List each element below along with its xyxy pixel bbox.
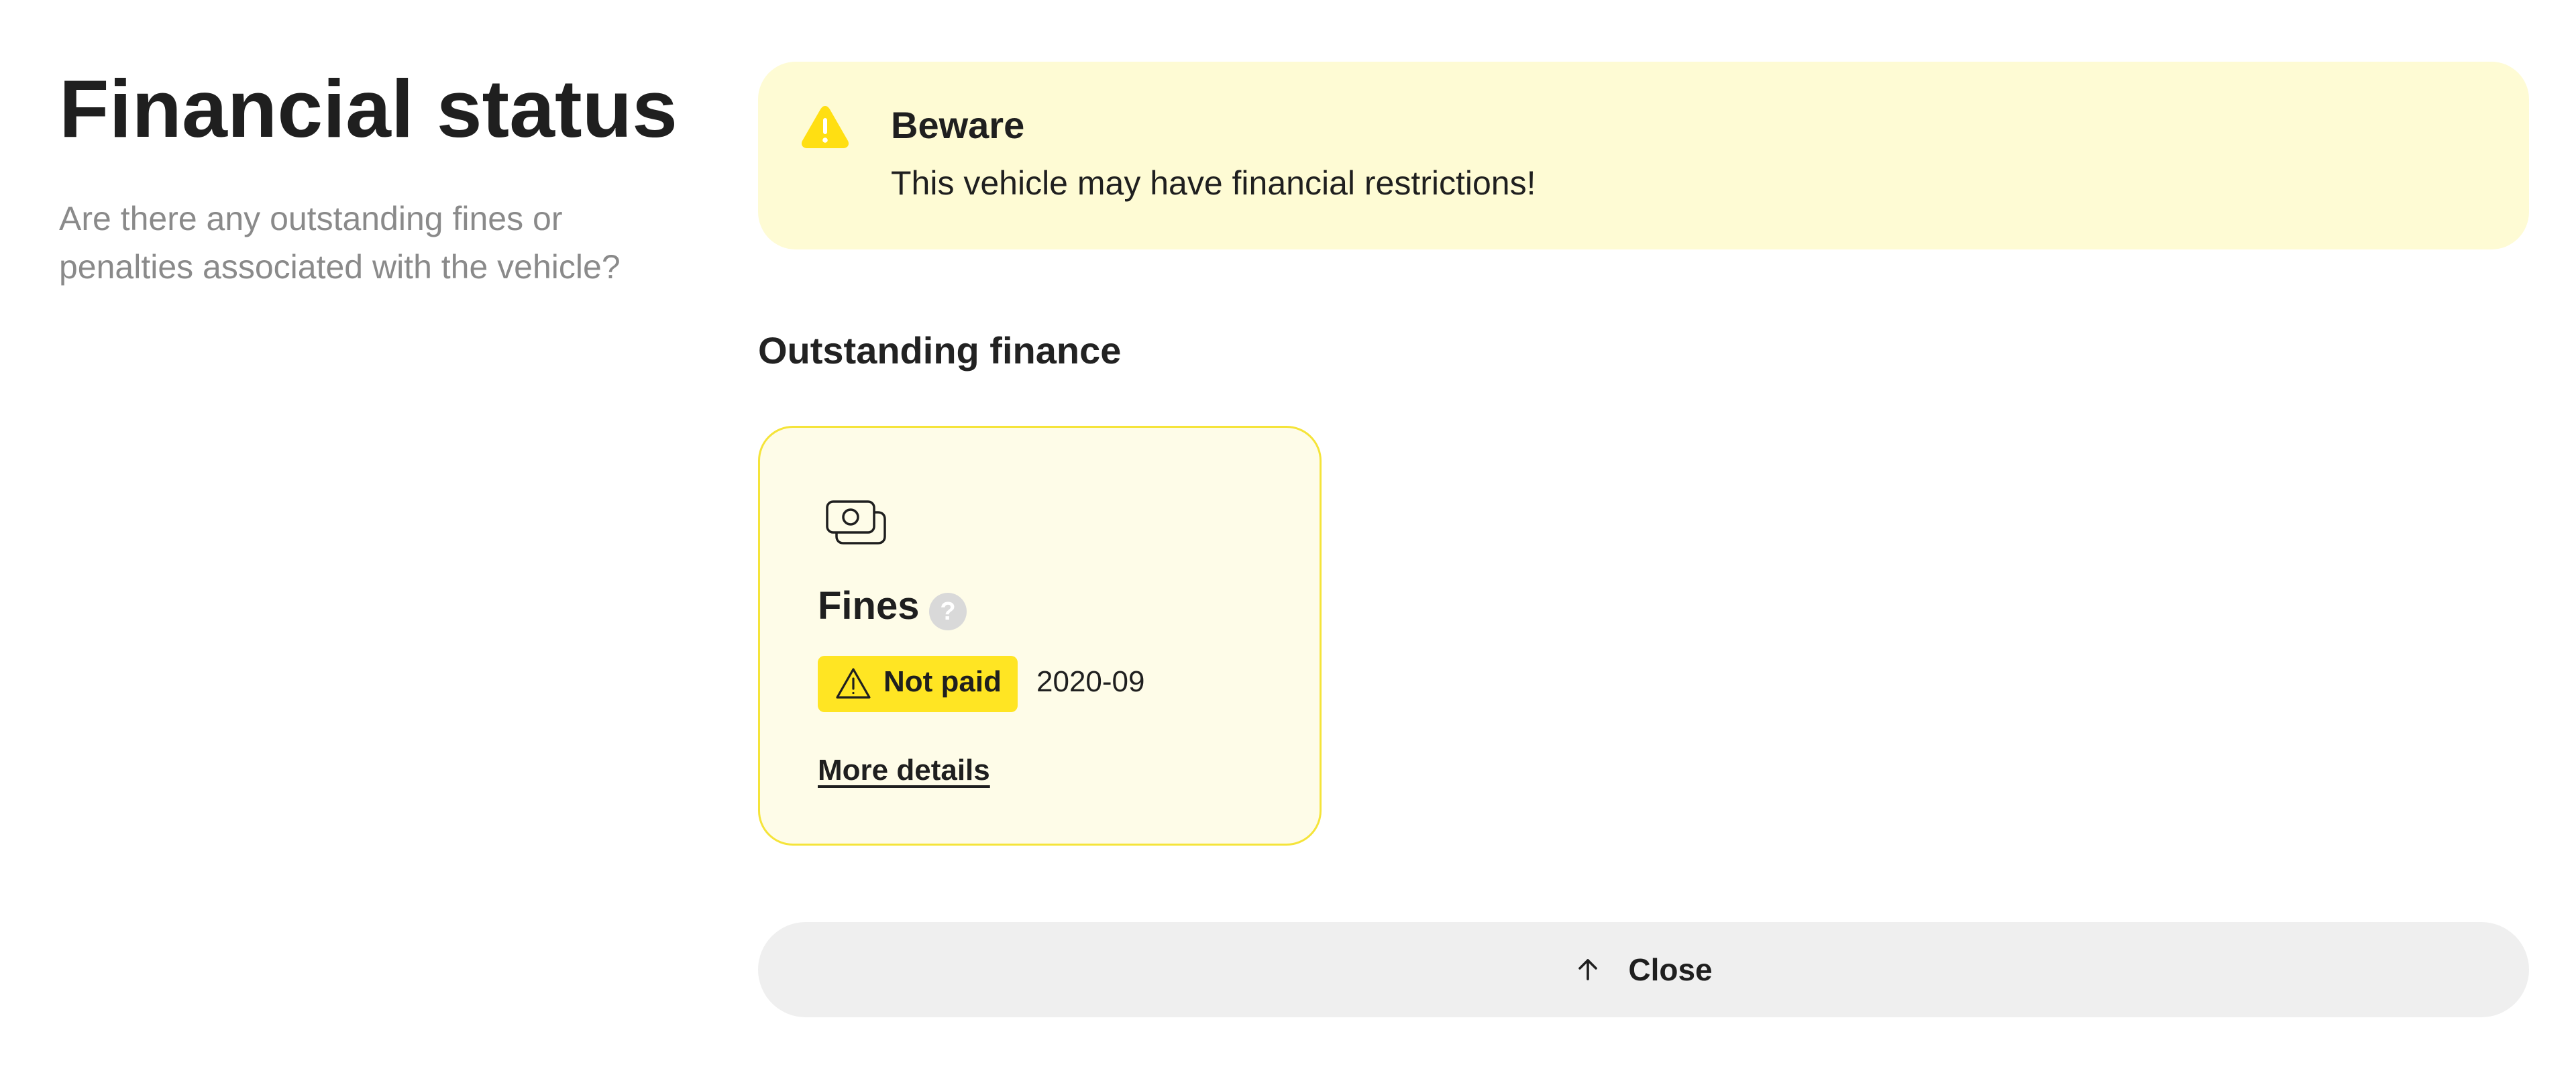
close-button[interactable]: Close [758,922,2529,1017]
arrow-up-icon [1578,959,1598,980]
card-title: Fines [818,584,920,628]
status-date: 2020-09 [1036,665,1145,698]
page-title: Financial status [59,63,678,154]
section-title: Outstanding finance [758,329,1122,372]
warning-alert: Beware This vehicle may have financial r… [758,62,2529,249]
warning-outline-icon [836,668,871,699]
fines-card: Fines ? Not paid 2020-09 More details [758,426,1322,846]
status-badge: Not paid [818,656,1018,712]
financial-status-page: Financial status Are there any outstandi… [0,0,2576,1085]
close-label: Close [1628,952,1713,987]
intro-panel: Financial status Are there any outstandi… [59,62,690,291]
content-panel: Beware This vehicle may have financial r… [758,62,2529,1017]
alert-title: Beware [891,104,1025,146]
warning-triangle-icon [801,106,849,148]
status-label: Not paid [883,665,1002,698]
alert-message: This vehicle may have financial restrict… [891,164,1536,202]
page-subtitle: Are there any outstanding fines or penal… [59,200,621,286]
help-icon[interactable]: ? [929,593,967,630]
more-details-link[interactable]: More details [818,754,990,787]
cash-stack-icon [826,500,886,545]
